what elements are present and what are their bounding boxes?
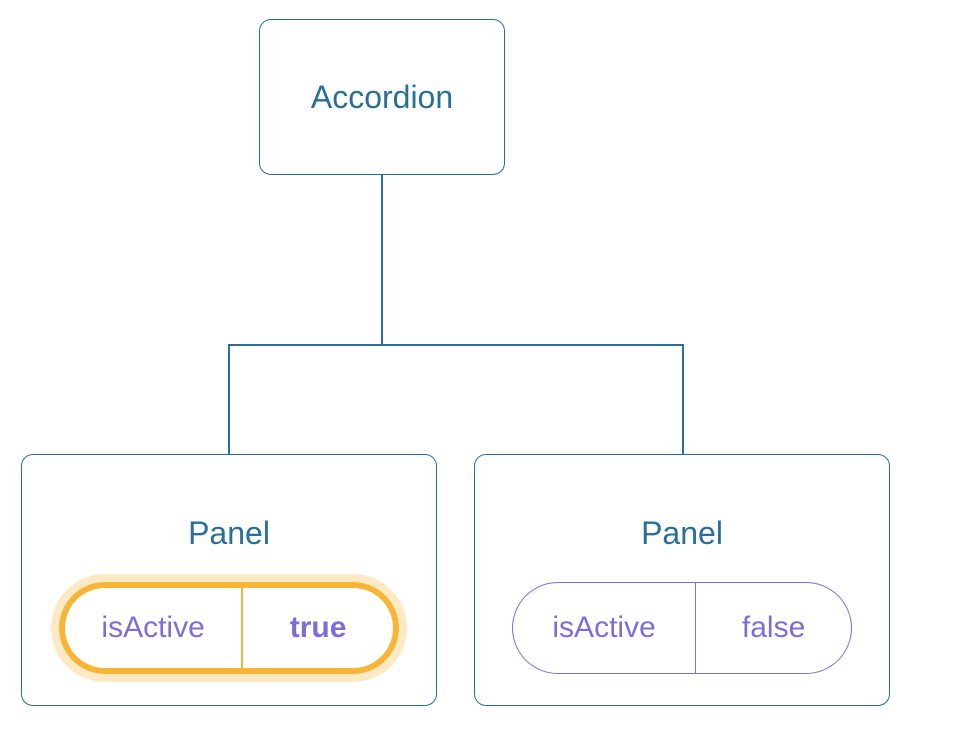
accordion-label: Accordion [311, 79, 453, 116]
prop-value-right: false [696, 583, 851, 673]
panel-node-left: Panel isActive true [21, 454, 437, 706]
panel-node-right: Panel isActive false [474, 454, 890, 706]
connector-line-right [682, 344, 684, 454]
connector-line-vertical [381, 175, 383, 345]
connector-line-horizontal [228, 344, 684, 346]
connector-line-left [228, 344, 230, 454]
accordion-node: Accordion [259, 19, 505, 175]
prop-name-left: isActive [65, 588, 243, 668]
prop-name-right: isActive [513, 583, 696, 673]
state-pill-inactive: isActive false [512, 582, 852, 674]
panel-label-left: Panel [188, 515, 270, 552]
panel-label-right: Panel [641, 515, 723, 552]
state-pill-active: isActive true [59, 582, 399, 674]
sparkle-icon [355, 582, 399, 630]
